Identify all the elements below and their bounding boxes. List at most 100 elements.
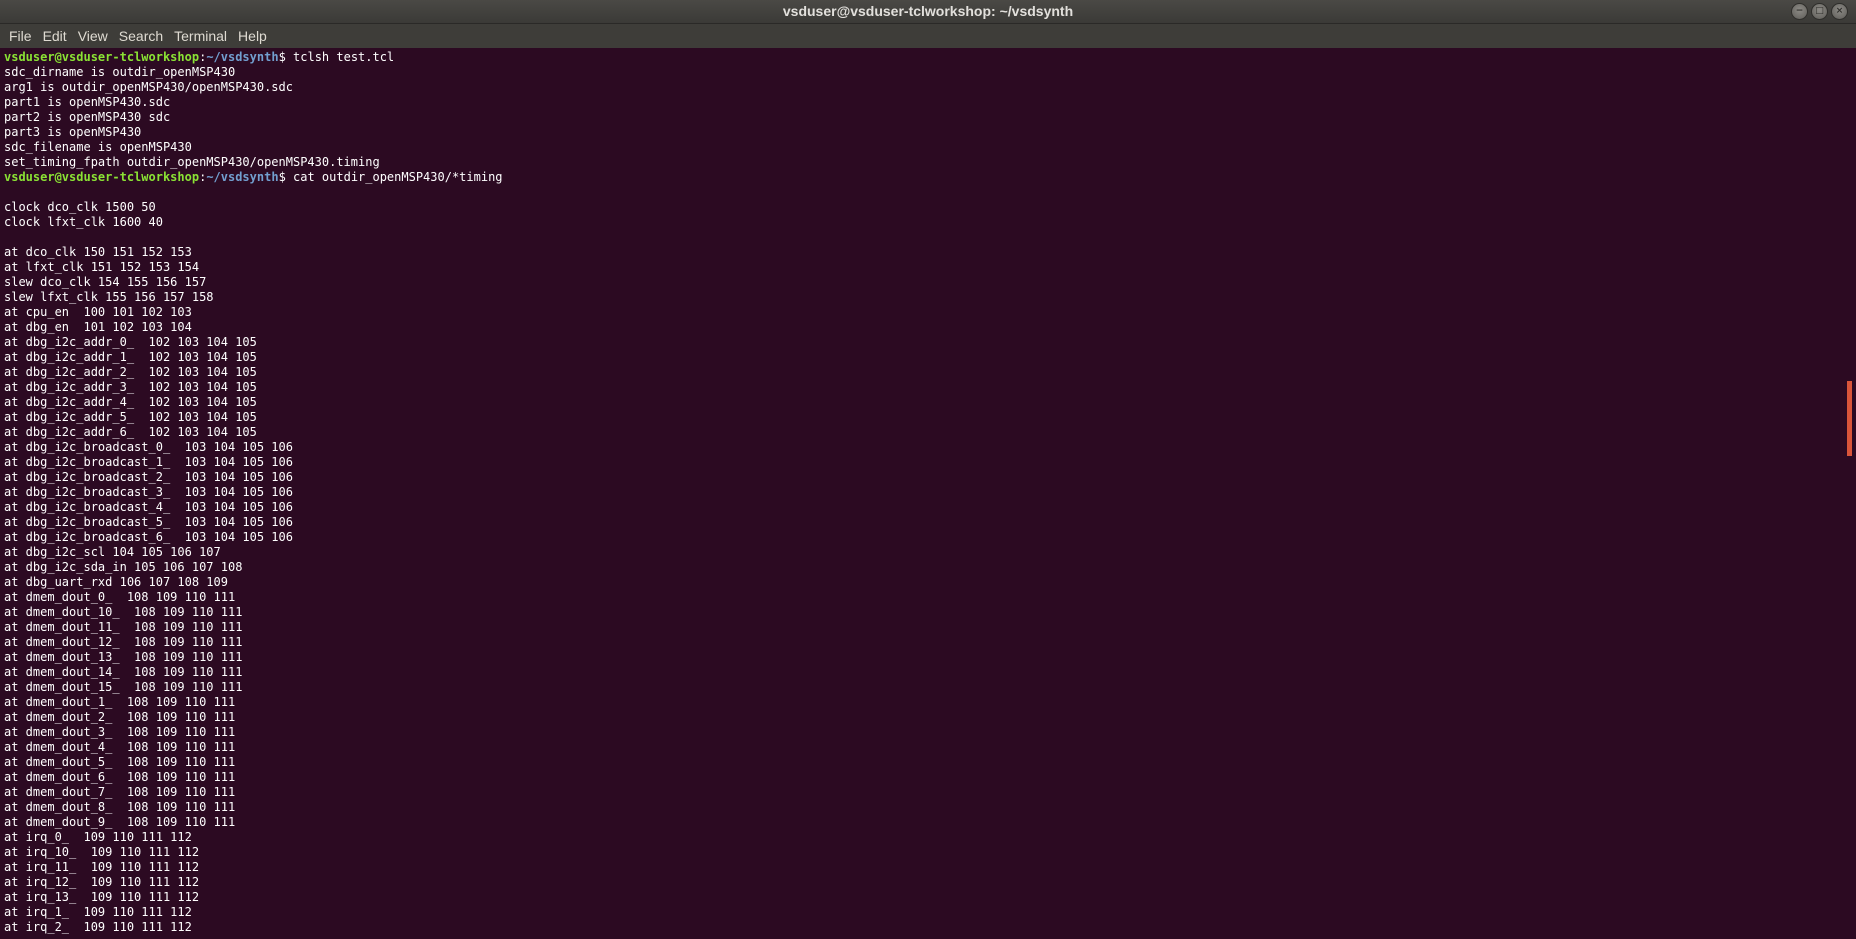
output-text: at irq_13_ 109 110 111 112 [4,890,200,904]
output-line: at dco_clk 150 151 152 153 [4,245,1852,260]
menu-search[interactable]: Search [114,24,168,48]
output-text: at dmem_dout_5_ 108 109 110 111 [4,755,236,769]
output-line: arg1 is outdir_openMSP430/openMSP430.sdc [4,80,1852,95]
output-line: at dbg_i2c_addr_1_ 102 103 104 105 [4,350,1852,365]
output-text: sdc_filename is openMSP430 [4,140,192,154]
output-text: at dbg_i2c_broadcast_4_ 103 104 105 106 [4,500,293,514]
output-text: at dbg_i2c_broadcast_6_ 103 104 105 106 [4,530,293,544]
output-text: at dmem_dout_11_ 108 109 110 111 [4,620,243,634]
scrollbar-thumb[interactable] [1847,381,1852,456]
menu-edit[interactable]: Edit [38,24,72,48]
output-text: at dmem_dout_12_ 108 109 110 111 [4,635,243,649]
output-line: slew dco_clk 154 155 156 157 [4,275,1852,290]
output-text: part1 is openMSP430.sdc [4,95,171,109]
output-line: at dbg_i2c_addr_5_ 102 103 104 105 [4,410,1852,425]
output-line: part3 is openMSP430 [4,125,1852,140]
terminal-output[interactable]: vsduser@vsduser-tclworkshop:~/vsdsynth$ … [0,48,1852,939]
close-button[interactable]: × [1831,3,1848,20]
output-line: set_timing_fpath outdir_openMSP430/openM… [4,155,1852,170]
output-line: at irq_13_ 109 110 111 112 [4,890,1852,905]
output-text: at dbg_i2c_addr_3_ 102 103 104 105 [4,380,257,394]
prompt-line: vsduser@vsduser-tclworkshop:~/vsdsynth$ … [4,50,1852,65]
terminal-window: vsduser@vsduser-tclworkshop: ~/vsdsynth … [0,0,1856,939]
output-text: at dbg_i2c_broadcast_1_ 103 104 105 106 [4,455,293,469]
output-text: at dbg_i2c_sda_in 105 106 107 108 [4,560,243,574]
output-text: at irq_2_ 109 110 111 112 [4,920,192,934]
output-line: at dbg_i2c_broadcast_5_ 103 104 105 106 [4,515,1852,530]
output-text: at dmem_dout_3_ 108 109 110 111 [4,725,236,739]
menu-view[interactable]: View [73,24,113,48]
output-text: clock dco_clk 1500 50 [4,200,156,214]
output-line: at irq_1_ 109 110 111 112 [4,905,1852,920]
output-text: part2 is openMSP430 sdc [4,110,171,124]
output-text: at dbg_i2c_addr_2_ 102 103 104 105 [4,365,257,379]
output-text: at cpu_en 100 101 102 103 [4,305,192,319]
command-text: tclsh test.tcl [293,50,395,64]
output-text: at irq_0_ 109 110 111 112 [4,830,192,844]
output-line: at dbg_i2c_broadcast_2_ 103 104 105 106 [4,470,1852,485]
output-line: slew lfxt_clk 155 156 157 158 [4,290,1852,305]
window-controls: − □ × [1791,3,1848,20]
output-line: at dbg_uart_rxd 106 107 108 109 [4,575,1852,590]
output-text: at dmem_dout_7_ 108 109 110 111 [4,785,236,799]
output-text: at dmem_dout_1_ 108 109 110 111 [4,695,236,709]
output-text: at dbg_i2c_broadcast_2_ 103 104 105 106 [4,470,293,484]
output-text: at dbg_i2c_addr_5_ 102 103 104 105 [4,410,257,424]
output-text: at dmem_dout_13_ 108 109 110 111 [4,650,243,664]
output-text: at dbg_i2c_addr_1_ 102 103 104 105 [4,350,257,364]
output-text: at dmem_dout_15_ 108 109 110 111 [4,680,243,694]
output-line: at dmem_dout_9_ 108 109 110 111 [4,815,1852,830]
output-text: at dmem_dout_8_ 108 109 110 111 [4,800,236,814]
output-text: at irq_11_ 109 110 111 112 [4,860,200,874]
output-line: at dmem_dout_12_ 108 109 110 111 [4,635,1852,650]
output-line: at lfxt_clk 151 152 153 154 [4,260,1852,275]
prompt-path: ~/vsdsynth [206,50,279,64]
output-text: at irq_1_ 109 110 111 112 [4,905,192,919]
output-line: at dmem_dout_14_ 108 109 110 111 [4,665,1852,680]
prompt-user-host: vsduser@vsduser-tclworkshop [4,170,200,184]
output-text: at dbg_i2c_broadcast_5_ 103 104 105 106 [4,515,293,529]
output-line: at dbg_i2c_addr_4_ 102 103 104 105 [4,395,1852,410]
output-text: set_timing_fpath outdir_openMSP430/openM… [4,155,380,169]
output-line: sdc_filename is openMSP430 [4,140,1852,155]
minimize-button[interactable]: − [1791,3,1808,20]
output-line: at dbg_i2c_addr_2_ 102 103 104 105 [4,365,1852,380]
menu-bar: File Edit View Search Terminal Help [0,24,1856,48]
output-line: part1 is openMSP430.sdc [4,95,1852,110]
title-bar[interactable]: vsduser@vsduser-tclworkshop: ~/vsdsynth … [0,0,1856,24]
prompt-line: vsduser@vsduser-tclworkshop:~/vsdsynth$ … [4,170,1852,185]
menu-terminal[interactable]: Terminal [169,24,232,48]
output-line: at dbg_i2c_broadcast_4_ 103 104 105 106 [4,500,1852,515]
output-line: at dbg_i2c_addr_0_ 102 103 104 105 [4,335,1852,350]
menu-help[interactable]: Help [233,24,272,48]
output-line: at irq_2_ 109 110 111 112 [4,920,1852,935]
output-text: at irq_12_ 109 110 111 112 [4,875,200,889]
output-text: at dmem_dout_4_ 108 109 110 111 [4,740,236,754]
output-line: clock dco_clk 1500 50 [4,200,1852,215]
maximize-button[interactable]: □ [1811,3,1828,20]
output-line: at irq_0_ 109 110 111 112 [4,830,1852,845]
output-text: clock lfxt_clk 1600 40 [4,215,163,229]
menu-file[interactable]: File [4,24,37,48]
prompt-symbol: $ [278,170,294,184]
output-line: at dmem_dout_15_ 108 109 110 111 [4,680,1852,695]
output-text: at dmem_dout_0_ 108 109 110 111 [4,590,236,604]
output-line: at dmem_dout_3_ 108 109 110 111 [4,725,1852,740]
output-text: at dbg_i2c_broadcast_0_ 103 104 105 106 [4,440,293,454]
output-line: at irq_10_ 109 110 111 112 [4,845,1852,860]
output-line: at dbg_i2c_addr_3_ 102 103 104 105 [4,380,1852,395]
output-line: at dmem_dout_0_ 108 109 110 111 [4,590,1852,605]
output-line: clock lfxt_clk 1600 40 [4,215,1852,230]
output-line: at dmem_dout_10_ 108 109 110 111 [4,605,1852,620]
output-line: sdc_dirname is outdir_openMSP430 [4,65,1852,80]
output-text: part3 is openMSP430 [4,125,142,139]
prompt-symbol: $ [278,50,294,64]
output-line: at dbg_i2c_broadcast_1_ 103 104 105 106 [4,455,1852,470]
output-text: at dmem_dout_6_ 108 109 110 111 [4,770,236,784]
output-text: at dbg_en 101 102 103 104 [4,320,192,334]
output-line: at dmem_dout_13_ 108 109 110 111 [4,650,1852,665]
output-text: at dbg_i2c_addr_0_ 102 103 104 105 [4,335,257,349]
output-text: slew dco_clk 154 155 156 157 [4,275,207,289]
output-line: at dmem_dout_1_ 108 109 110 111 [4,695,1852,710]
